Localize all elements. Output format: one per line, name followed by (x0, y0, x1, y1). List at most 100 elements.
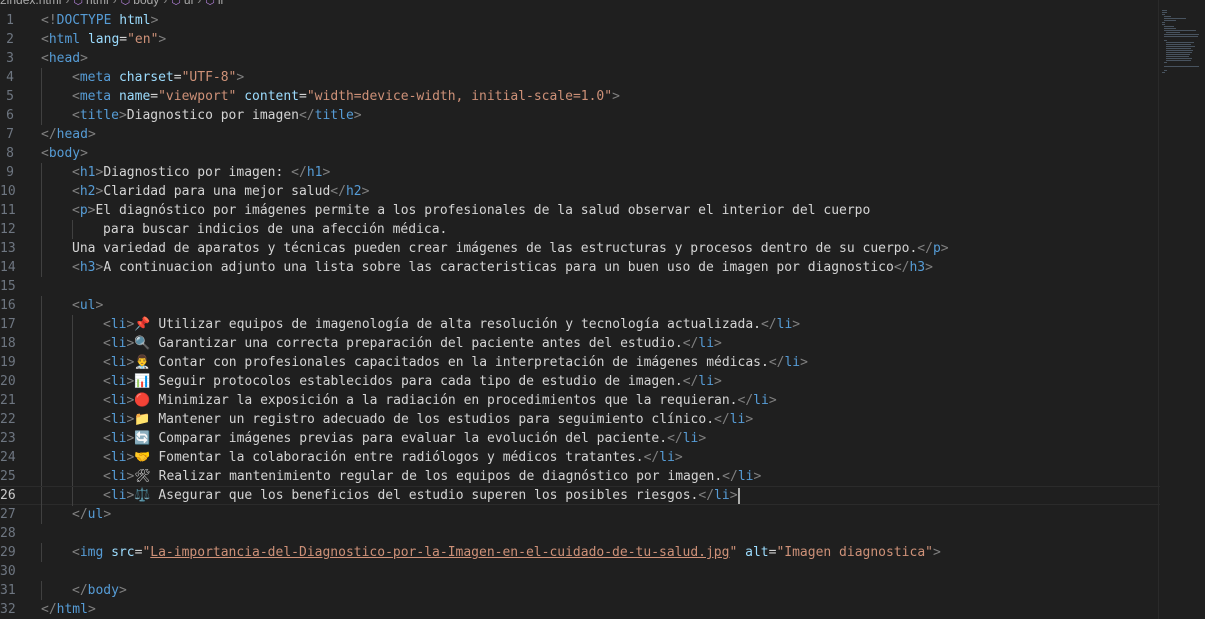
indent-guide (41, 429, 42, 448)
code-line[interactable]: 28 (0, 524, 1160, 543)
code-line[interactable]: 5 <meta name="viewport" content="width=de… (0, 87, 1160, 106)
breadcrumb: 2index.html › ⬡ html › ⬡ body › ⬡ ul › ⬡ li (0, 0, 1205, 10)
token-br: </ (330, 184, 346, 199)
line-number: 14 (0, 260, 16, 275)
code-text: <li>📁 Mantener un registro adecuado de l… (103, 410, 753, 429)
code-line[interactable]: 18 <li>🔍 Garantizar una correcta preparac… (0, 334, 1160, 353)
minimap-line (1166, 42, 1194, 43)
token-br: > (80, 51, 88, 66)
code-line[interactable]: 23 <li>🔄 Comparar imágenes previas para e… (0, 429, 1160, 448)
token-tag: li (714, 488, 730, 503)
code-line[interactable]: 12 para buscar indicios de una afección m… (0, 220, 1160, 239)
token-br: > (940, 241, 949, 256)
minimap-line (1166, 48, 1191, 49)
code-text: <html lang="en"> (41, 30, 166, 49)
code-text: <li>📌 Utilizar equipos de imagenología d… (103, 315, 800, 334)
code-line[interactable]: 24 <li>🤝 Fomentar la colaboración entre r… (0, 448, 1160, 467)
token-tag: h1 (306, 165, 323, 180)
indent-guide (41, 487, 42, 506)
line-number: 15 (0, 279, 16, 294)
indent-guide (41, 182, 42, 201)
code-line[interactable]: 29 <img src="La-importancia-del-Diagnosti… (0, 543, 1160, 562)
token-tag: DOCTYPE (56, 13, 112, 28)
code-line[interactable]: 16 <ul> (0, 296, 1160, 315)
minimap[interactable] (1162, 10, 1202, 80)
token-tag: h1 (79, 165, 96, 180)
code-line[interactable]: 27 </ul> (0, 505, 1160, 524)
breadcrumb-item[interactable]: › ⬡ body (109, 0, 160, 7)
token-tag: li (682, 431, 699, 446)
code-line[interactable]: 4 <meta charset="UTF-8"> (0, 68, 1160, 87)
breadcrumb-item[interactable]: › ⬡ html (61, 0, 108, 7)
code-line[interactable]: 31 </body> (0, 581, 1160, 600)
token-text: 🛠 Realizar mantenimiento regular de los … (134, 469, 723, 484)
token-text: para buscar indicios de una afección méd… (103, 222, 448, 237)
code-line[interactable]: 22 <li>📁 Mantener un registro adecuado de… (0, 410, 1160, 429)
minimap-line (1164, 16, 1171, 17)
code-text: <ul> (72, 296, 103, 315)
minimap-line (1166, 58, 1192, 59)
token-str: "en" (127, 32, 159, 47)
code-line[interactable]: 19 <li>👨‍⚕️ Contar con profesionales capa… (0, 353, 1160, 372)
token-br: > (612, 89, 620, 104)
code-line[interactable]: 1 <!DOCTYPE html> (0, 11, 1160, 30)
code-line[interactable]: 10 <h2>Claridad para una mejor salud</h2> (0, 182, 1160, 201)
token-str: "viewport" (158, 89, 237, 104)
breadcrumb-item[interactable]: › ⬡ li (193, 0, 223, 7)
token-br: </ (72, 583, 88, 598)
chevron-right-icon: › (112, 0, 117, 7)
code-line[interactable]: 15 (0, 277, 1160, 296)
code-line[interactable]: 30 (0, 562, 1160, 581)
indent-guide (72, 372, 73, 391)
line-number: 28 (0, 526, 16, 541)
token-tag: li (698, 374, 715, 389)
line-number: 32 (0, 602, 16, 617)
code-line[interactable]: 21 <li>🔴 Minimizar la exposición a la rad… (0, 391, 1160, 410)
token-attr: name (118, 89, 151, 104)
line-number: 18 (0, 336, 16, 351)
code-text: <head> (41, 49, 88, 68)
code-line[interactable]: 2 <html lang="en"> (0, 30, 1160, 49)
code-line[interactable]: 13 Una variedad de aparatos y técnicas pu… (0, 239, 1160, 258)
indent-guide (41, 353, 42, 372)
indent-guide (41, 68, 42, 87)
code-line[interactable]: 20 <li>📊 Seguir protocolos establecidos p… (0, 372, 1160, 391)
code-line[interactable]: 9 <h1>Diagnostico por imagen: </h1> (0, 163, 1160, 182)
code-line[interactable]: 3 <head> (0, 49, 1160, 68)
token-tag: li (110, 355, 127, 370)
chevron-right-icon: › (163, 0, 168, 7)
code-line[interactable]: 7 </head> (0, 125, 1160, 144)
token-br: < (103, 469, 111, 484)
code-text: <h3>A continuacion adjunto una lista sob… (72, 258, 933, 277)
indent-guide (72, 467, 73, 486)
token-tag: li (784, 355, 801, 370)
token-text: ⚖️ Asegurar que los beneficios del estud… (134, 488, 699, 503)
code-line[interactable]: 6 <title>Diagnostico por imagen</title> (0, 106, 1160, 125)
code-line[interactable]: 32 </html> (0, 600, 1160, 619)
breadcrumb-item[interactable]: › ⬡ ul (159, 0, 193, 7)
token-br: </ (893, 260, 910, 275)
code-line[interactable]: 17 <li>📌 Utilizar equipos de imagenología… (0, 315, 1160, 334)
code-line[interactable]: 11 <p>El diagnóstico por imágenes permite… (0, 201, 1160, 220)
minimap-line (1164, 70, 1167, 71)
code-line[interactable]: 8 <body> (0, 144, 1160, 163)
token-tag: li (110, 374, 127, 389)
text-cursor (737, 487, 740, 504)
code-editor[interactable]: 1 <!DOCTYPE html> 2 <html lang="en"> 3 <head>… (0, 11, 1160, 619)
minimap-line (1162, 72, 1165, 73)
token-text: El diagnóstico por imágenes permite a lo… (95, 203, 871, 218)
code-line[interactable]: 25 <li>🛠 Realizar mantenimiento regular d… (0, 467, 1160, 486)
token-tag: meta (79, 89, 112, 104)
code-line[interactable]: 14 <h3>A continuacion adjunto una lista s… (0, 258, 1160, 277)
line-number: 30 (0, 564, 16, 579)
indent-guide (41, 505, 42, 524)
breadcrumb-item[interactable]: 2index.html (0, 0, 61, 6)
line-number: 1 (6, 13, 14, 28)
symbol-icon: ⬡ (205, 0, 215, 7)
line-number: 9 (6, 165, 14, 180)
minimap-line (1164, 26, 1174, 27)
indent-guide (41, 258, 42, 277)
token-text: 🤝 Fomentar la colaboración entre radiólo… (134, 450, 644, 465)
code-line[interactable]: 26 <li>⚖️ Asegurar que los beneficios del… (0, 486, 1160, 506)
code-text: <body> (41, 144, 88, 163)
